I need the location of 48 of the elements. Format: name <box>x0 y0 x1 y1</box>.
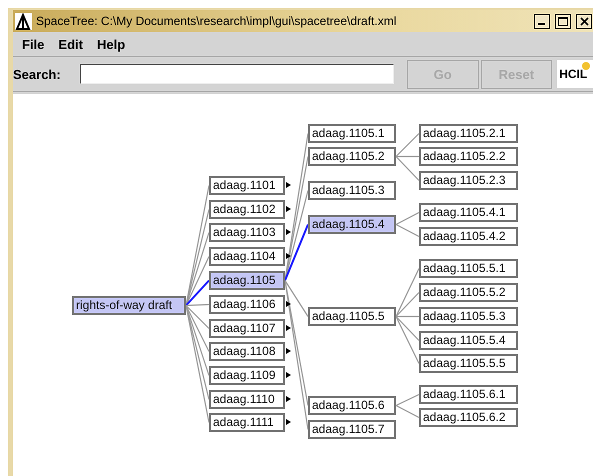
tree-node[interactable]: adaag.1105 <box>209 271 292 290</box>
tree-node[interactable]: adaag.1105.2.1 <box>419 124 525 143</box>
logo: HCIL <box>557 60 593 88</box>
menu-item[interactable]: File <box>15 36 52 52</box>
tree-node[interactable]: adaag.1105.1 <box>308 124 403 143</box>
minimize-button[interactable] <box>534 14 550 28</box>
tree-node[interactable]: adaag.1105.4.1 <box>419 203 525 222</box>
tree-node[interactable]: adaag.1105.5.2 <box>419 283 525 302</box>
connector-line <box>396 404 420 418</box>
tree-node[interactable]: adaag.1105.3 <box>308 181 403 200</box>
connector-line <box>396 212 420 226</box>
tree-node[interactable]: adaag.1107 <box>209 319 292 338</box>
menu-item[interactable]: Edit <box>51 36 90 52</box>
close-button[interactable] <box>576 14 592 28</box>
tree-node[interactable]: adaag.1110 <box>209 390 292 409</box>
tree-node[interactable]: adaag.1109 <box>209 366 292 385</box>
search-label: Search: <box>13 66 62 82</box>
tree-node[interactable]: adaag.1105.4 <box>308 215 403 234</box>
tree-node[interactable]: adaag.1105.5.3 <box>419 307 525 326</box>
tree-node[interactable]: adaag.1105.5.1 <box>419 259 525 278</box>
menu-item[interactable]: Help <box>90 36 132 52</box>
connector-line <box>396 394 420 406</box>
tree-node[interactable]: adaag.1108 <box>209 342 292 361</box>
tree-node[interactable]: adaag.1105.4.2 <box>419 227 525 246</box>
tree-node[interactable]: adaag.1105.6 <box>308 396 403 415</box>
tree-node[interactable]: adaag.1105.7 <box>308 420 403 439</box>
tree-node[interactable]: adaag.1102 <box>209 200 292 219</box>
tree-node[interactable]: adaag.1105.6.2 <box>419 408 525 427</box>
search-field[interactable] <box>80 64 394 84</box>
tree-node[interactable]: adaag.1104 <box>209 247 292 266</box>
window-title: SpaceTree: C:\My Documents\research\impl\gui\spacetree\draft.xml <box>36 14 398 28</box>
app-logo-icon <box>15 12 32 30</box>
tree-node[interactable]: adaag.1111 <box>209 413 292 432</box>
tree-node[interactable]: rights-of-way draft <box>72 296 193 315</box>
maximize-icon <box>558 16 568 26</box>
tree-node[interactable]: adaag.1103 <box>209 223 292 242</box>
tree-node[interactable]: adaag.1105.2.2 <box>419 147 525 166</box>
tree-node[interactable]: adaag.1105.6.1 <box>419 385 525 404</box>
maximize-button[interactable] <box>555 14 571 28</box>
connector-line <box>396 224 420 238</box>
tree-node[interactable]: adaag.1105.2 <box>308 147 403 166</box>
tree-node[interactable]: adaag.1105.5.5 <box>419 354 525 373</box>
tree-node[interactable]: adaag.1106 <box>209 295 292 314</box>
tree-node[interactable]: adaag.1101 <box>209 176 292 195</box>
tree-node[interactable]: adaag.1105.5.4 <box>419 331 525 350</box>
tree-node[interactable]: adaag.1105.2.3 <box>419 171 525 190</box>
close-icon <box>580 16 588 26</box>
tree-node[interactable]: adaag.1105.5 <box>308 307 403 326</box>
